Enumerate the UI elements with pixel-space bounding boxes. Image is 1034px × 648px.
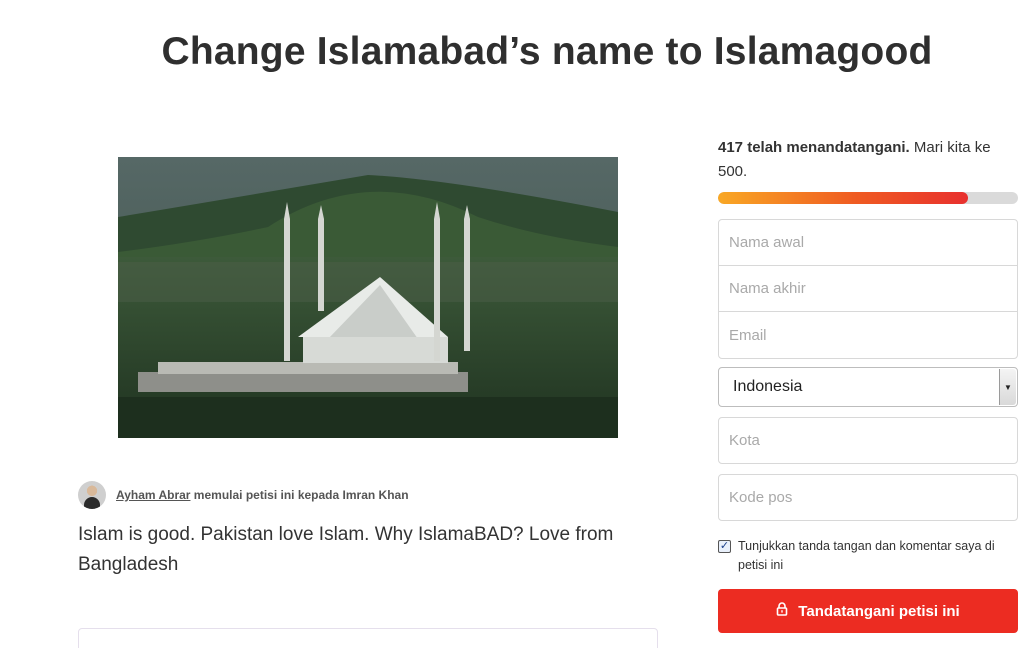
progress-bar bbox=[718, 192, 1018, 204]
petition-description: Islam is good. Pakistan love Islam. Why … bbox=[78, 524, 614, 575]
progress-bar-fill bbox=[718, 192, 969, 204]
petition-image bbox=[118, 157, 618, 438]
city-field[interactable] bbox=[718, 417, 1018, 464]
signature-count: 417 telah menandatangani. Mari kita ke 5… bbox=[718, 136, 1018, 184]
first-name-field[interactable] bbox=[719, 220, 1017, 266]
last-name-field[interactable] bbox=[719, 266, 1017, 312]
name-email-fields bbox=[718, 219, 1018, 359]
consent-checkbox[interactable]: ✓ bbox=[718, 540, 731, 553]
starter-text: Ayham Abrar memulai petisi ini kepada Im… bbox=[116, 488, 409, 502]
signed-count-text: 417 telah menandatangani. bbox=[718, 139, 910, 156]
consent-label[interactable]: Tunjukkan tanda tangan dan komentar saya… bbox=[738, 537, 1018, 575]
starter-suffix: memulai petisi ini kepada Imran Khan bbox=[190, 488, 409, 502]
country-select[interactable]: Indonesia ▼ bbox=[718, 367, 1018, 407]
country-select-value: Indonesia bbox=[733, 378, 803, 395]
lock-icon bbox=[776, 602, 788, 620]
content-card bbox=[78, 628, 658, 648]
petition-title: Change Islamabad’s name to Islamagood bbox=[161, 30, 933, 73]
petition-starter: Ayham Abrar memulai petisi ini kepada Im… bbox=[78, 480, 409, 510]
postal-code-field[interactable] bbox=[718, 474, 1018, 521]
chevron-down-icon[interactable]: ▼ bbox=[999, 369, 1016, 405]
email-field[interactable] bbox=[719, 312, 1017, 358]
sign-button-label: Tandatangani petisi ini bbox=[798, 602, 960, 620]
sign-petition-button[interactable]: Tandatangani petisi ini bbox=[718, 589, 1018, 633]
avatar[interactable] bbox=[78, 481, 106, 509]
starter-name-link[interactable]: Ayham Abrar bbox=[116, 488, 190, 502]
consent-option: ✓ Tunjukkan tanda tangan dan komentar sa… bbox=[718, 537, 1018, 575]
